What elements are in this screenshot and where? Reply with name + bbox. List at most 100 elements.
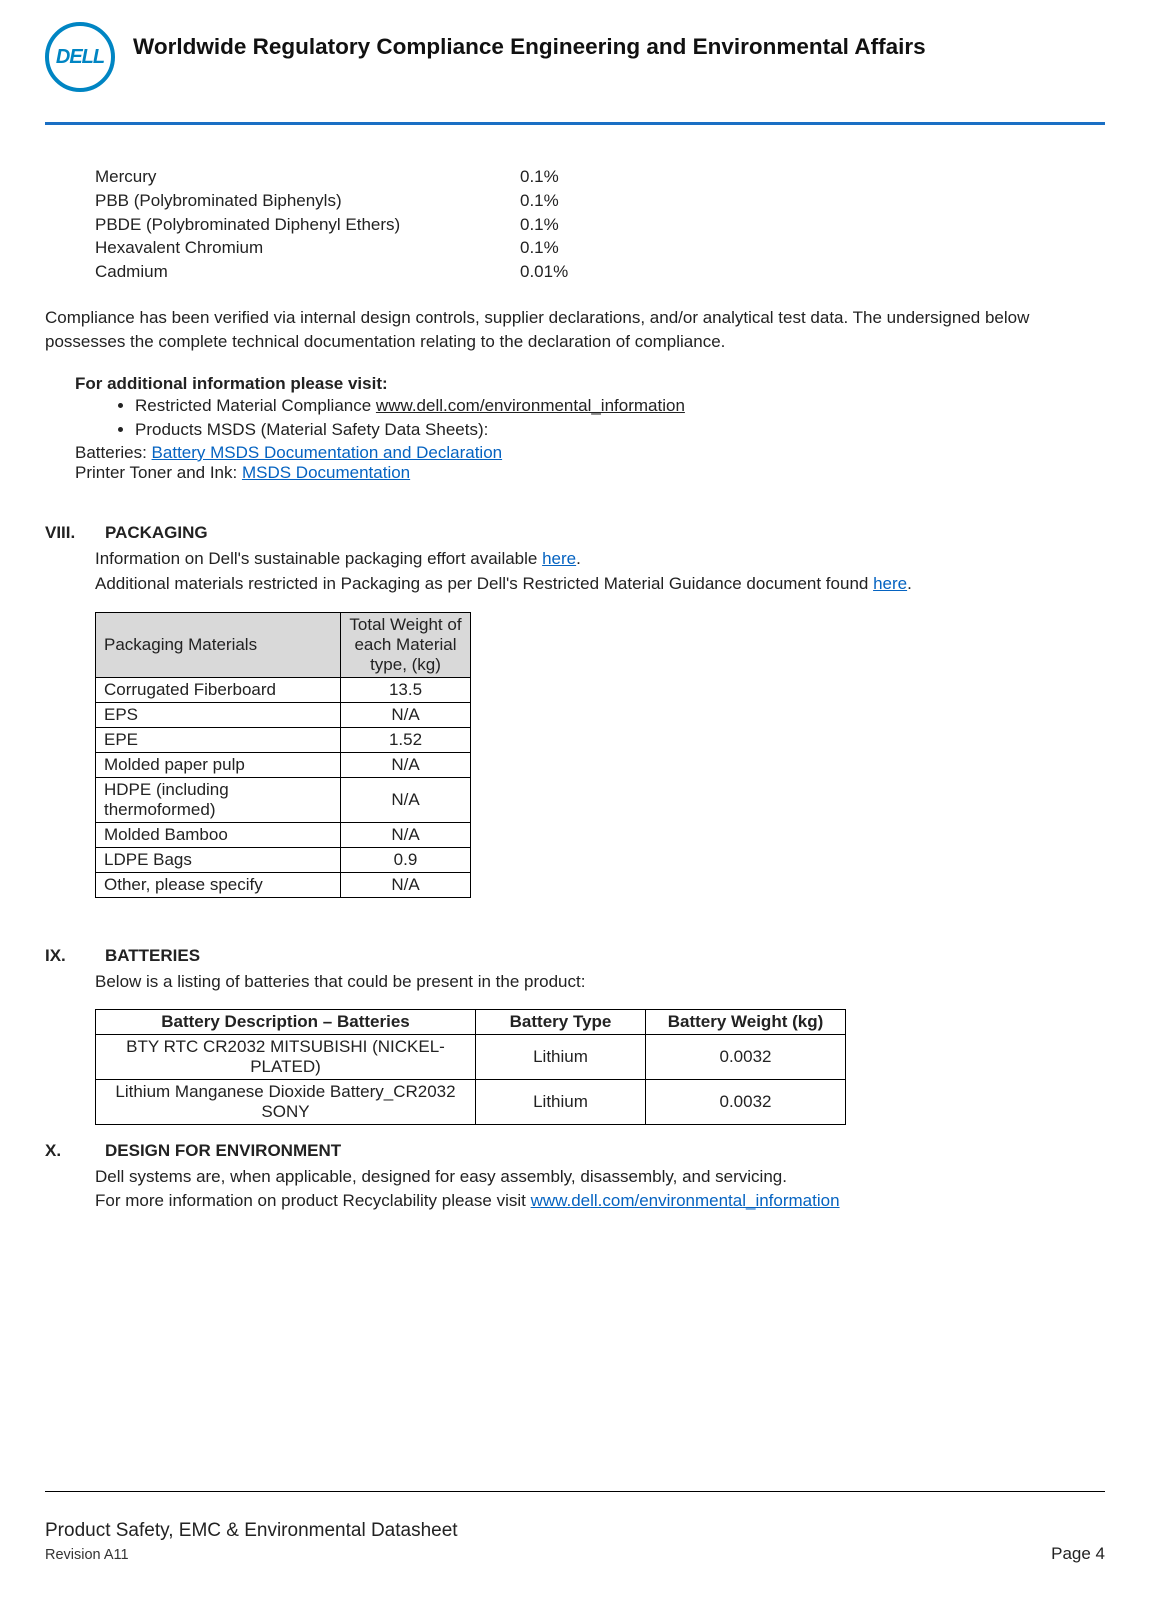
list-item: Products MSDS (Material Safety Data Shee… xyxy=(135,418,1105,443)
pkg-header-materials: Packaging Materials xyxy=(96,613,341,678)
restricted-material-link[interactable]: www.dell.com/environmental_information xyxy=(376,396,685,415)
additional-info-list: Restricted Material Compliance www.dell.… xyxy=(135,394,1105,443)
dell-logo-text: DELL xyxy=(56,46,104,69)
additional-info-heading: For additional information please visit: xyxy=(75,374,1105,394)
packaging-line1-pre: Information on Dell's sustainable packag… xyxy=(95,549,542,568)
batteries-msds-line: Batteries: Battery MSDS Documentation an… xyxy=(75,443,1105,463)
pkg-material: Corrugated Fiberboard xyxy=(96,678,341,703)
batteries-label: Batteries: xyxy=(75,443,152,462)
table-row: Molded paper pulpN/A xyxy=(96,753,471,778)
substance-value: 0.01% xyxy=(520,260,568,284)
section-title: PACKAGING xyxy=(105,523,208,543)
packaging-line2-pre: Additional materials restricted in Packa… xyxy=(95,574,873,593)
pkg-weight: 0.9 xyxy=(341,848,471,873)
page-title: Worldwide Regulatory Compliance Engineer… xyxy=(133,34,926,60)
substance-name: Mercury xyxy=(95,165,520,189)
dell-logo: DELL xyxy=(45,22,115,92)
pkg-material: Other, please specify xyxy=(96,873,341,898)
pkg-weight: N/A xyxy=(341,778,471,823)
compliance-paragraph: Compliance has been verified via interna… xyxy=(45,306,1105,354)
substance-name: PBDE (Polybrominated Diphenyl Ethers) xyxy=(95,213,520,237)
design-env-line2-pre: For more information on product Recyclab… xyxy=(95,1191,531,1210)
table-header-row: Battery Description – Batteries Battery … xyxy=(96,1009,846,1034)
footer-revision: Revision A11 xyxy=(45,1547,129,1563)
pkg-material: EPE xyxy=(96,728,341,753)
substance-row: Mercury 0.1% xyxy=(95,165,1105,189)
substance-value: 0.1% xyxy=(520,213,559,237)
info-bullet-text: Restricted Material Compliance xyxy=(135,396,376,415)
substance-name: Hexavalent Chromium xyxy=(95,236,520,260)
pkg-weight: N/A xyxy=(341,753,471,778)
table-row: EPE1.52 xyxy=(96,728,471,753)
pkg-weight: N/A xyxy=(341,703,471,728)
toner-label: Printer Toner and Ink: xyxy=(75,463,242,482)
packaging-body: Information on Dell's sustainable packag… xyxy=(95,547,1105,596)
pkg-material: Molded paper pulp xyxy=(96,753,341,778)
bat-desc: BTY RTC CR2032 MITSUBISHI (NICKEL-PLATED… xyxy=(96,1034,476,1079)
list-item: Restricted Material Compliance www.dell.… xyxy=(135,394,1105,419)
design-env-line1: Dell systems are, when applicable, desig… xyxy=(95,1165,1105,1190)
section-number: X. xyxy=(45,1141,105,1161)
substance-limits-table: Mercury 0.1% PBB (Polybrominated Bipheny… xyxy=(95,165,1105,284)
section-ix-header: IX. BATTERIES xyxy=(45,946,1105,966)
substance-name: Cadmium xyxy=(95,260,520,284)
footer-page-number: Page 4 xyxy=(1051,1544,1105,1564)
packaging-table: Packaging Materials Total Weight of each… xyxy=(95,612,471,898)
packaging-line1-post: . xyxy=(576,549,581,568)
pkg-weight: 1.52 xyxy=(341,728,471,753)
pkg-material: HDPE (including thermoformed) xyxy=(96,778,341,823)
pkg-material: Molded Bamboo xyxy=(96,823,341,848)
bat-weight: 0.0032 xyxy=(646,1079,846,1124)
substance-row: PBDE (Polybrominated Diphenyl Ethers) 0.… xyxy=(95,213,1105,237)
section-viii-header: VIII. PACKAGING xyxy=(45,523,1105,543)
pkg-weight: N/A xyxy=(341,873,471,898)
toner-msds-link[interactable]: MSDS Documentation xyxy=(242,463,410,482)
recyclability-link[interactable]: www.dell.com/environmental_information xyxy=(531,1191,840,1210)
page-header: DELL Worldwide Regulatory Compliance Eng… xyxy=(45,20,1105,125)
table-row: BTY RTC CR2032 MITSUBISHI (NICKEL-PLATED… xyxy=(96,1034,846,1079)
substance-value: 0.1% xyxy=(520,236,559,260)
pkg-header-weight: Total Weight of each Material type, (kg) xyxy=(341,613,471,678)
table-row: LDPE Bags0.9 xyxy=(96,848,471,873)
substance-value: 0.1% xyxy=(520,165,559,189)
substance-row: Hexavalent Chromium 0.1% xyxy=(95,236,1105,260)
info-bullet-text: Products MSDS (Material Safety Data Shee… xyxy=(135,420,488,439)
bat-header-type: Battery Type xyxy=(476,1009,646,1034)
section-number: VIII. xyxy=(45,523,105,543)
bat-type: Lithium xyxy=(476,1034,646,1079)
bat-header-desc: Battery Description – Batteries xyxy=(96,1009,476,1034)
battery-msds-link[interactable]: Battery MSDS Documentation and Declarati… xyxy=(152,443,503,462)
substance-row: PBB (Polybrominated Biphenyls) 0.1% xyxy=(95,189,1105,213)
bat-type: Lithium xyxy=(476,1079,646,1124)
bat-header-weight: Battery Weight (kg) xyxy=(646,1009,846,1034)
section-number: IX. xyxy=(45,946,105,966)
table-row: HDPE (including thermoformed)N/A xyxy=(96,778,471,823)
footer-rule xyxy=(45,1491,1105,1492)
footer-title: Product Safety, EMC & Environmental Data… xyxy=(45,1520,1105,1542)
pkg-weight: N/A xyxy=(341,823,471,848)
packaging-line2-post: . xyxy=(907,574,912,593)
design-env-body: Dell systems are, when applicable, desig… xyxy=(95,1165,1105,1214)
pkg-material: EPS xyxy=(96,703,341,728)
packaging-here-link-2[interactable]: here xyxy=(873,574,907,593)
page-footer: Product Safety, EMC & Environmental Data… xyxy=(45,1491,1105,1564)
substance-value: 0.1% xyxy=(520,189,559,213)
section-title: BATTERIES xyxy=(105,946,200,966)
table-row: Other, please specifyN/A xyxy=(96,873,471,898)
batteries-intro: Below is a listing of batteries that cou… xyxy=(95,970,1105,995)
table-row: Corrugated Fiberboard13.5 xyxy=(96,678,471,703)
table-row: Molded BambooN/A xyxy=(96,823,471,848)
substance-name: PBB (Polybrominated Biphenyls) xyxy=(95,189,520,213)
bat-desc: Lithium Manganese Dioxide Battery_CR2032… xyxy=(96,1079,476,1124)
bat-weight: 0.0032 xyxy=(646,1034,846,1079)
substance-row: Cadmium 0.01% xyxy=(95,260,1105,284)
pkg-weight: 13.5 xyxy=(341,678,471,703)
section-title: DESIGN FOR ENVIRONMENT xyxy=(105,1141,341,1161)
toner-msds-line: Printer Toner and Ink: MSDS Documentatio… xyxy=(75,463,1105,483)
table-row: EPSN/A xyxy=(96,703,471,728)
packaging-here-link-1[interactable]: here xyxy=(542,549,576,568)
pkg-material: LDPE Bags xyxy=(96,848,341,873)
table-header-row: Packaging Materials Total Weight of each… xyxy=(96,613,471,678)
table-row: Lithium Manganese Dioxide Battery_CR2032… xyxy=(96,1079,846,1124)
batteries-table: Battery Description – Batteries Battery … xyxy=(95,1009,846,1125)
